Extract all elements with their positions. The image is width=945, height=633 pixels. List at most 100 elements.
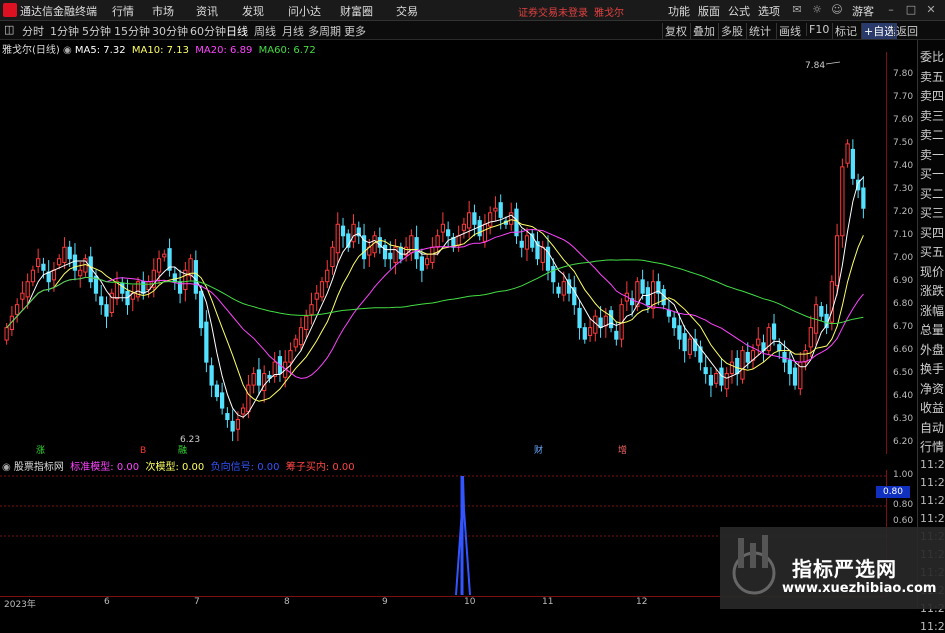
skin-icon[interactable]: ☼ <box>810 3 824 16</box>
candle-body <box>388 252 393 260</box>
candle-body <box>204 321 209 363</box>
candle-body <box>440 223 446 233</box>
candle-body <box>556 286 561 294</box>
candle-body <box>146 281 151 291</box>
side-panel-label[interactable]: 买五 <box>920 243 944 260</box>
side-panel-label[interactable]: 涨幅 <box>920 302 944 319</box>
minimize-icon[interactable]: – <box>884 3 898 16</box>
side-panel-label[interactable]: 涨跌 <box>920 282 944 299</box>
ma60-line <box>6 259 864 329</box>
btn-f10[interactable]: F10 <box>806 23 831 36</box>
layout-icon[interactable]: ◫ <box>4 23 14 36</box>
side-panel-label[interactable]: 卖三 <box>920 107 944 124</box>
side-panel-label[interactable]: 卖一 <box>920 146 944 163</box>
menu-jiaoyi[interactable]: 交易 <box>396 3 418 19</box>
menu-xuanxiang[interactable]: 选项 <box>758 3 780 19</box>
period-multi[interactable]: 多周期 <box>308 23 341 39</box>
btn-duogu[interactable]: 多股 <box>718 23 745 39</box>
login-notice[interactable]: 证券交易未登录 <box>518 4 588 19</box>
candle-body <box>214 384 219 398</box>
side-panel-label[interactable]: 买二 <box>920 185 944 202</box>
candle-body <box>141 281 146 294</box>
menu-banmian[interactable]: 版面 <box>698 3 720 19</box>
close-icon[interactable]: ✕ <box>924 3 938 16</box>
candle-body <box>467 212 472 229</box>
menu-zixun[interactable]: 资讯 <box>196 3 218 19</box>
side-panel-label[interactable]: 外盘 <box>920 341 944 358</box>
side-panel-label[interactable]: 买三 <box>920 204 944 221</box>
price-tick: 7.10 <box>893 229 914 240</box>
maximize-icon[interactable]: □ <box>904 3 918 16</box>
side-panel-label[interactable]: 现价 <box>920 263 944 280</box>
candle-body <box>298 327 304 346</box>
period-more[interactable]: 更多 <box>344 23 366 39</box>
side-panel-label[interactable]: 卖五 <box>920 68 944 85</box>
candle-body <box>561 281 566 296</box>
watermark-url: www.xuezhibiao.com <box>782 581 937 596</box>
candle-body <box>840 166 845 237</box>
menu-gongneng[interactable]: 功能 <box>668 3 690 19</box>
menu-wenxiaoda[interactable]: 问小达 <box>288 3 321 19</box>
candle-body <box>461 223 467 231</box>
candle-body <box>230 420 235 432</box>
candle-body <box>551 266 556 283</box>
period-5min[interactable]: 5分钟 <box>82 23 111 39</box>
menu-hangqing[interactable]: 行情 <box>112 3 134 19</box>
side-panel-label[interactable]: 卖四 <box>920 87 944 104</box>
side-panel-label[interactable]: 买四 <box>920 224 944 241</box>
period-week[interactable]: 周线 <box>254 23 276 39</box>
candle-body <box>435 235 440 248</box>
period-15min[interactable]: 15分钟 <box>114 23 150 39</box>
candle-body <box>456 235 461 246</box>
candle-body <box>430 246 435 263</box>
side-panel-label[interactable]: 总量 <box>920 321 944 338</box>
period-fenshi[interactable]: 分时 <box>22 23 44 39</box>
candle-body <box>740 350 745 380</box>
side-panel-label[interactable]: 卖二 <box>920 126 944 143</box>
btn-fuquan[interactable]: 复权 <box>662 23 689 39</box>
menu-faxian[interactable]: 发现 <box>242 3 264 19</box>
candle-body <box>640 279 645 294</box>
price-tick: 6.60 <box>893 344 914 355</box>
candle-body <box>241 407 246 415</box>
guest-label[interactable]: 游客 <box>852 3 874 19</box>
period-day[interactable]: 日线 <box>226 23 248 39</box>
btn-add-favorite[interactable]: +自选 <box>861 23 898 39</box>
side-panel-label[interactable]: 换手 <box>920 360 944 377</box>
candle-body <box>246 384 251 413</box>
side-panel-label[interactable]: 委比 <box>920 48 944 65</box>
price-tick: 7.70 <box>893 91 914 102</box>
period-30min[interactable]: 30分钟 <box>152 23 188 39</box>
btn-diejia[interactable]: 叠加 <box>690 23 717 39</box>
candlestick-chart[interactable]: 7.84 6.23 涨 B 融 财 增 <box>0 52 886 454</box>
menu-shichang[interactable]: 市场 <box>152 3 174 19</box>
user-icon[interactable]: ☺ <box>830 3 844 16</box>
side-panel-label[interactable]: 净资 <box>920 380 944 397</box>
side-panel-time: 11:29 <box>920 458 945 471</box>
period-60min[interactable]: 60分钟 <box>190 23 226 39</box>
stock-name-title: 雅戈尔 <box>594 8 624 19</box>
btn-huaxian[interactable]: 画线 <box>776 23 803 39</box>
menu-caifuquan[interactable]: 财富圈 <box>340 3 373 19</box>
candle-body <box>162 253 167 258</box>
candle-body <box>803 350 808 363</box>
candle-body <box>482 223 488 242</box>
candle-body <box>309 304 314 315</box>
side-panel-label[interactable]: 自动 <box>920 419 944 436</box>
menu-gongshi[interactable]: 公式 <box>728 3 750 19</box>
btn-back[interactable]: 返回 <box>893 23 920 39</box>
side-panel-label[interactable]: 买一 <box>920 165 944 182</box>
candle-body <box>608 310 614 329</box>
candle-body <box>777 344 782 352</box>
candle-body <box>325 269 330 283</box>
message-icon[interactable]: ✉ <box>790 3 804 16</box>
btn-biaoji[interactable]: 标记 <box>832 23 859 39</box>
btn-tongji[interactable]: 统计 <box>746 23 773 39</box>
side-panel-label[interactable]: 行情 <box>920 438 944 455</box>
candle-body <box>67 246 72 260</box>
period-1min[interactable]: 1分钟 <box>50 23 79 39</box>
period-month[interactable]: 月线 <box>282 23 304 39</box>
date-tick-10: 10 <box>464 597 476 607</box>
candle-body <box>771 323 777 340</box>
side-panel-label[interactable]: 收益 <box>920 399 944 416</box>
